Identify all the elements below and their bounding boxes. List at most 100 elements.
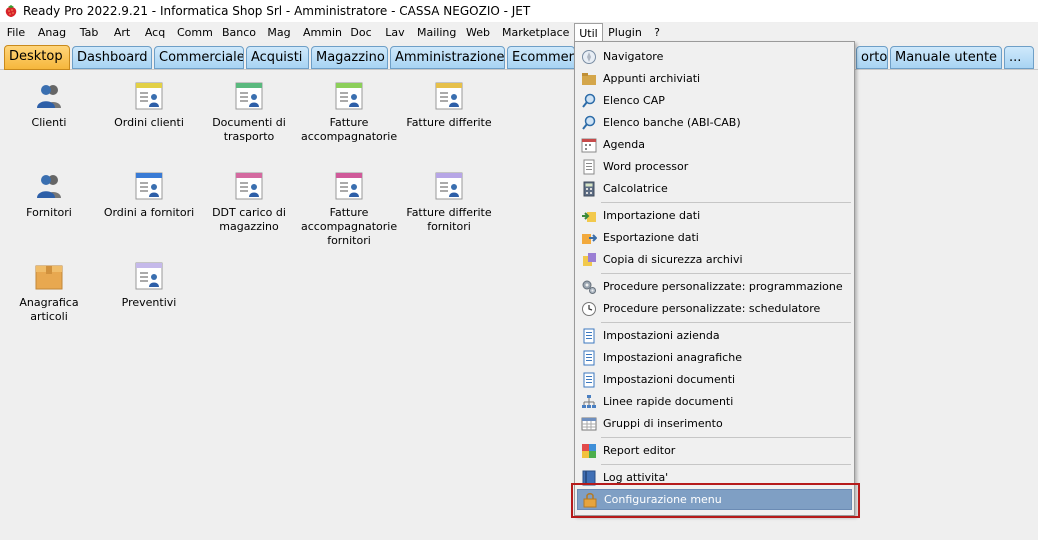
desktop-item-ordini-fornitori[interactable]: Ordini a fornitori — [101, 170, 197, 220]
menu-item-procedure-programmazione[interactable]: Procedure personalizzate: programmazione — [577, 276, 852, 297]
desktop-item-label: Preventivi — [121, 296, 177, 309]
tab-dashboard[interactable]: Dashboard — [72, 46, 152, 69]
menu-item-appunti-archiviati[interactable]: Appunti archiviati — [577, 68, 852, 89]
menu-item-impostazioni-anagrafiche[interactable]: Impostazioni anagrafiche — [577, 347, 852, 368]
menu-item-word-processor[interactable]: Word processor — [577, 156, 852, 177]
tab-manuale-utente[interactable]: Manuale utente — [890, 46, 1002, 69]
desktop-item-label: Anagrafica articoli — [19, 296, 79, 323]
desktop-item-label: DDT carico di magazzino — [212, 206, 286, 233]
folder-icon — [582, 72, 596, 85]
menu-util[interactable]: Util — [574, 23, 603, 42]
menu-item-calcolatrice[interactable]: Calcolatrice — [577, 178, 852, 199]
desktop-item-ddt-carico[interactable]: DDT carico di magazzino — [201, 170, 297, 234]
menu-lav[interactable]: Lav — [383, 23, 407, 42]
menu-mailing[interactable]: Mailing — [417, 23, 456, 42]
grid-icon — [581, 417, 597, 430]
transport-document-icon — [235, 82, 263, 110]
menu-item-procedure-schedulatore[interactable]: Procedure personalizzate: schedulatore — [577, 298, 852, 319]
import-icon — [582, 211, 596, 222]
menu-mag[interactable]: Mag — [266, 23, 292, 42]
user-group-icon — [37, 85, 61, 108]
menu-item-impostazioni-azienda[interactable]: Impostazioni azienda — [577, 325, 852, 346]
util-dropdown-menu: Navigatore Appunti archiviati Elenco CAP… — [574, 41, 855, 516]
window-title: Ready Pro 2022.9.21 - Informatica Shop S… — [23, 4, 531, 18]
desktop-item-ordini-clienti[interactable]: Ordini clienti — [101, 80, 197, 130]
magnifier-icon — [582, 93, 596, 108]
desktop-item-label: Ordini clienti — [114, 116, 184, 129]
menu-separator — [601, 322, 851, 323]
document-icon — [583, 159, 595, 174]
supplier-invoice-icon — [335, 172, 363, 200]
tab-acquisti[interactable]: Acquisti — [246, 46, 309, 69]
menu-item-gruppi-inserimento[interactable]: Gruppi di inserimento — [577, 413, 852, 434]
desktop-item-label: Fatture differite — [406, 116, 492, 129]
menu-item-report-editor[interactable]: Report editor — [577, 440, 852, 461]
desktop-item-anagrafica-articoli[interactable]: Anagrafica articoli — [1, 260, 97, 324]
menu-item-copia-sicurezza[interactable]: Copia di sicurezza archivi — [577, 249, 852, 270]
menu-separator — [601, 202, 851, 203]
menu-item-navigatore[interactable]: Navigatore — [577, 46, 852, 67]
menu-help[interactable]: ? — [652, 23, 662, 42]
menu-separator — [601, 437, 851, 438]
backup-icon — [583, 252, 596, 266]
menu-tab[interactable]: Tab — [77, 23, 101, 42]
tab-ecommerce[interactable]: Ecommerce — [507, 46, 575, 69]
menu-item-esportazione-dati[interactable]: Esportazione dati — [577, 227, 852, 248]
menu-web[interactable]: Web — [465, 23, 491, 42]
menu-banco[interactable]: Banco — [222, 23, 256, 42]
menu-item-linee-rapide[interactable]: Linee rapide documenti — [577, 391, 852, 412]
log-book-icon — [582, 470, 596, 485]
desktop-item-label: Fatture accompagnatorie fornitori — [301, 206, 398, 247]
desktop-item-fornitori[interactable]: Fornitori — [1, 170, 97, 220]
menu-art[interactable]: Art — [112, 23, 132, 42]
tab-amministrazione[interactable]: Amministrazione — [390, 46, 505, 69]
calculator-icon — [583, 181, 595, 196]
invoice-document-icon — [335, 82, 363, 110]
tab-magazzino[interactable]: Magazzino — [311, 46, 388, 69]
desktop-item-fatture-accompagnatorie-fornitori[interactable]: Fatture accompagnatorie fornitori — [301, 170, 397, 248]
order-document-icon — [135, 82, 163, 110]
settings-page-icon — [583, 372, 595, 387]
title-bar: Ready Pro 2022.9.21 - Informatica Shop S… — [0, 0, 1038, 22]
tab-commerciale[interactable]: Commerciale — [154, 46, 244, 69]
desktop-item-label: Fatture accompagnatorie — [301, 116, 398, 143]
desktop-item-label: Documenti di trasporto — [212, 116, 286, 143]
report-icon — [582, 443, 596, 458]
tab-report[interactable]: orto — [856, 46, 888, 69]
desktop-item-fatture-differite-fornitori[interactable]: Fatture differite fornitori — [401, 170, 497, 234]
desktop-item-fatture-accompagnatorie[interactable]: Fatture accompagnatorie — [301, 80, 397, 144]
desktop-item-label: Ordini a fornitori — [103, 206, 195, 219]
desktop-item-fatture-differite[interactable]: Fatture differite — [401, 80, 497, 130]
settings-page-icon — [583, 350, 595, 365]
menu-item-elenco-banche[interactable]: Elenco banche (ABI-CAB) — [577, 112, 852, 133]
clock-icon — [582, 301, 596, 316]
compass-icon — [582, 49, 596, 64]
menu-marketplace[interactable]: Marketplace — [502, 23, 569, 42]
menu-plugin[interactable]: Plugin — [608, 23, 642, 42]
menu-item-configurazione-menu[interactable]: Configurazione menu — [577, 489, 852, 510]
supplier-deferred-invoice-icon — [435, 172, 463, 200]
menu-doc[interactable]: Doc — [349, 23, 373, 42]
tab-desktop[interactable]: Desktop — [4, 45, 70, 70]
menu-item-importazione-dati[interactable]: Importazione dati — [577, 205, 852, 226]
menu-anag[interactable]: Anag — [37, 23, 67, 42]
menu-item-log-attivita[interactable]: Log attivita' — [577, 467, 852, 488]
menu-item-impostazioni-documenti[interactable]: Impostazioni documenti — [577, 369, 852, 390]
menu-comm[interactable]: Comm — [177, 23, 213, 42]
menu-item-agenda[interactable]: Agenda — [577, 134, 852, 155]
desktop-item-preventivi[interactable]: Preventivi — [101, 260, 197, 310]
lock-menu-icon — [583, 492, 597, 507]
calendar-icon — [581, 138, 597, 152]
quote-document-icon — [135, 262, 163, 290]
menu-acq[interactable]: Acq — [143, 23, 167, 42]
desktop-item-clienti[interactable]: Clienti — [1, 80, 97, 130]
menu-item-elenco-cap[interactable]: Elenco CAP — [577, 90, 852, 111]
menu-file[interactable]: File — [6, 23, 26, 42]
settings-page-icon — [583, 328, 595, 343]
export-icon — [582, 233, 597, 244]
desktop-item-label: Fornitori — [26, 206, 72, 219]
desktop-item-documenti-trasporto[interactable]: Documenti di trasporto — [201, 80, 297, 144]
menu-ammin[interactable]: Ammin — [303, 23, 342, 42]
tab-more[interactable]: ... — [1004, 46, 1034, 69]
supplier-order-icon — [135, 172, 163, 200]
